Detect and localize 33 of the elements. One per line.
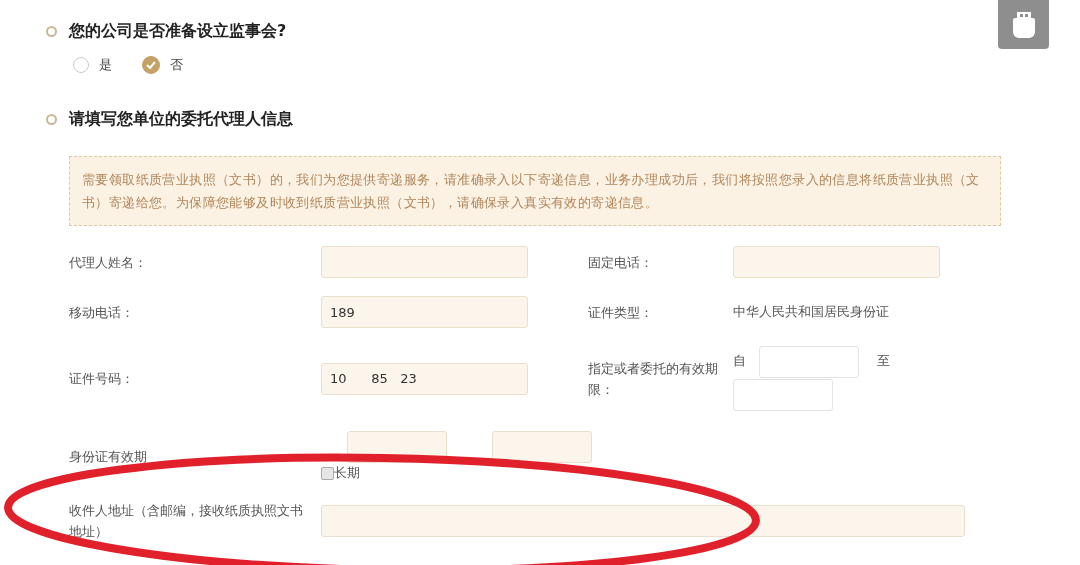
bullet-icon [46,25,57,37]
field-label: 证件号码： [69,370,135,388]
input-field[interactable] [759,346,860,378]
range-label: 自 [733,352,748,370]
checkbox-label: 长期 [334,464,360,482]
radio-button[interactable] [73,57,89,73]
bullet-icon [46,113,57,125]
input-field[interactable] [321,505,965,537]
section-title: 请填写您单位的委托代理人信息 [69,108,293,130]
range-label: 至 [876,352,892,370]
notice-box: 需要领取纸质营业执照（文书）的，我们为您提供寄递服务，请准确录入以下寄递信息，业务办理成功后，我们将按照您录入的信息将纸质营业执照（文书）寄递给您。为保障您能够及时收到纸质营业执照（文书），请确保录入真实有效的寄递信息。 [69,156,1001,226]
option-label: 是 [99,56,112,74]
field-value: 中华人民共和国居民身份证 [733,303,890,321]
checkbox[interactable] [321,466,334,480]
input-field[interactable]: 10 85 23 [321,362,528,395]
input-field[interactable] [321,246,528,278]
field-label: 收件人地址（含邮编，接收纸质执照文书地址） [69,502,304,541]
option-label: 否 [170,56,183,74]
field-label: 代理人姓名： [69,253,148,272]
check-icon [146,61,156,69]
input-field[interactable] [492,431,592,463]
input-field[interactable] [733,379,834,411]
field-label: 指定或者委托的有效期限： [588,359,720,399]
field-label: 证件类型： [588,303,655,322]
input-field[interactable] [733,246,941,278]
section-title: 您的公司是否准备设立监事会? [69,20,287,42]
side-button[interactable] [998,0,1049,49]
usb-icon [1012,11,1035,38]
input-field[interactable]: 189 [321,296,528,328]
field-label: 身份证有效期 [69,448,148,466]
radio-button[interactable] [142,56,160,74]
field-label: 移动电话： [69,303,135,322]
field-label: 固定电话： [588,253,655,272]
